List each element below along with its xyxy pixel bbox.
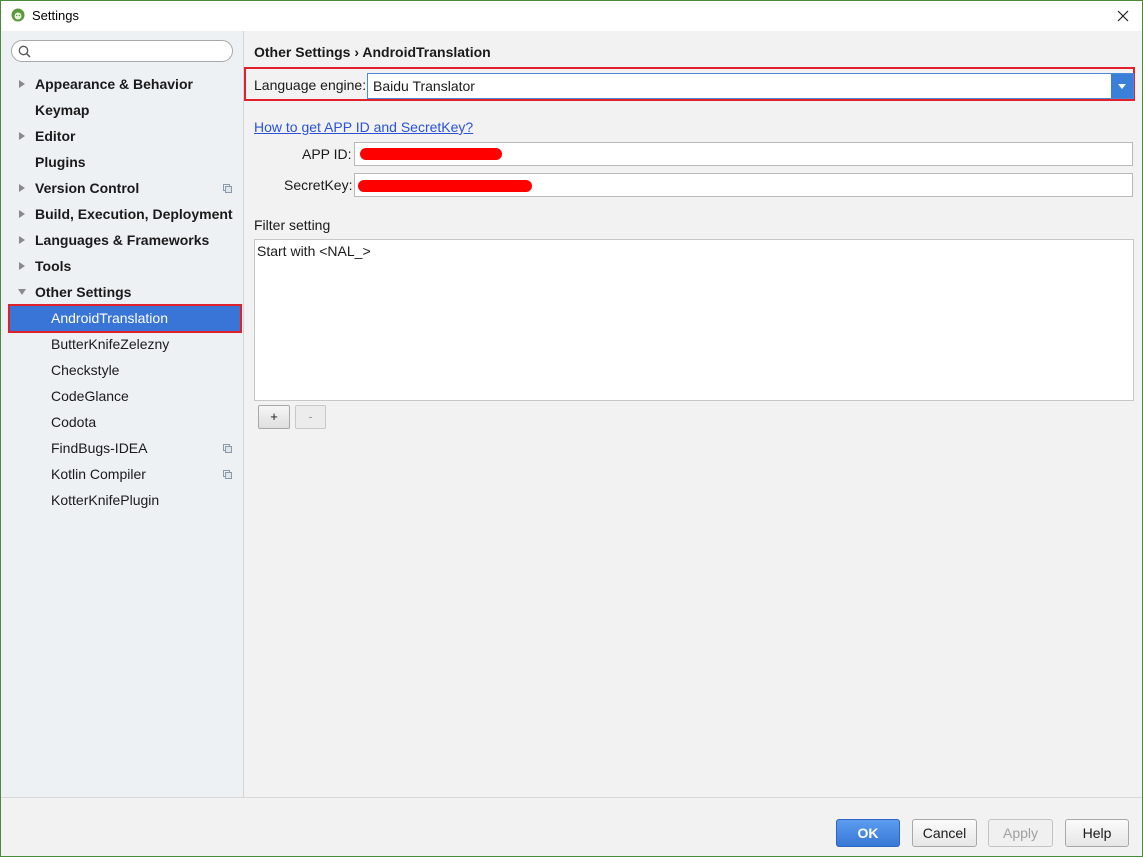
sidebar-item-label: Tools	[35, 258, 72, 274]
project-settings-icon	[223, 184, 232, 193]
sidebar-item-keymap[interactable]: Keymap	[1, 97, 243, 123]
language-engine-label: Language engine:	[254, 77, 367, 93]
sidebar-item-androidtranslation[interactable]: AndroidTranslation	[8, 304, 242, 333]
sidebar-item-label: Other Settings	[35, 284, 132, 300]
dropdown-button[interactable]	[1111, 74, 1133, 98]
project-settings-icon	[223, 470, 232, 479]
expand-arrow-right-icon[interactable]	[18, 235, 26, 245]
sidebar-item-checkstyle[interactable]: Checkstyle	[1, 357, 243, 383]
sidebar-item-codota[interactable]: Codota	[1, 409, 243, 435]
breadcrumb: Other Settings › AndroidTranslation	[254, 44, 491, 60]
cancel-button[interactable]: Cancel	[912, 819, 977, 847]
language-engine-value: Baidu Translator	[373, 78, 475, 94]
sidebar-item-build-execution-deployment[interactable]: Build, Execution, Deployment	[1, 201, 243, 227]
redaction-mark	[358, 180, 532, 192]
sidebar-item-label: KotterKnifePlugin	[51, 492, 160, 508]
project-settings-icon	[223, 444, 232, 453]
add-filter-button[interactable]: +	[258, 405, 290, 429]
settings-content: Other Settings › AndroidTranslation Lang…	[244, 31, 1142, 797]
app-id-label: APP ID:	[302, 146, 352, 162]
expand-arrow-right-icon[interactable]	[18, 79, 26, 89]
expand-arrow-right-icon[interactable]	[18, 261, 26, 271]
sidebar-item-label: Languages & Frameworks	[35, 232, 210, 248]
settings-sidebar: Appearance & Behavior Keymap Editor Plugins…	[1, 31, 244, 797]
settings-search-input[interactable]	[11, 40, 233, 62]
remove-filter-button[interactable]: -	[295, 405, 326, 429]
apply-button[interactable]: Apply	[988, 819, 1053, 847]
sidebar-item-codeglance[interactable]: CodeGlance	[1, 383, 243, 409]
sidebar-item-label: Codota	[51, 414, 97, 430]
chevron-down-icon	[1118, 84, 1126, 89]
sidebar-item-label: Version Control	[35, 180, 140, 196]
sidebar-item-label: Build, Execution, Deployment	[35, 206, 233, 222]
expand-arrow-right-icon[interactable]	[18, 131, 26, 141]
sidebar-item-findbugs-idea[interactable]: FindBugs-IDEA	[1, 435, 243, 461]
filter-list-item[interactable]: Start with <NAL_>	[257, 243, 371, 259]
sidebar-item-languages-frameworks[interactable]: Languages & Frameworks	[1, 227, 243, 253]
sidebar-item-kotterknifeplugin[interactable]: KotterKnifePlugin	[1, 487, 243, 513]
sidebar-item-label: AndroidTranslation	[51, 310, 168, 326]
sidebar-item-kotlin-compiler[interactable]: Kotlin Compiler	[1, 461, 243, 487]
android-studio-icon	[11, 8, 25, 22]
sidebar-item-label: Appearance & Behavior	[35, 76, 193, 92]
filter-setting-title: Filter setting	[254, 217, 331, 233]
sidebar-item-editor[interactable]: Editor	[1, 123, 243, 149]
sidebar-item-other-settings[interactable]: Other Settings	[1, 279, 243, 305]
settings-window: Settings Appearance & Behavior Keymap Edit…	[0, 0, 1143, 857]
expand-arrow-right-icon[interactable]	[18, 209, 26, 219]
ok-button[interactable]: OK	[836, 819, 900, 847]
language-engine-row: Language engine: Baidu Translator	[244, 67, 1135, 101]
search-icon	[18, 45, 31, 58]
app-id-field[interactable]	[354, 142, 1133, 166]
dialog-footer: OK Cancel Apply Help	[1, 797, 1142, 856]
expand-arrow-right-icon[interactable]	[18, 183, 26, 193]
sidebar-item-plugins[interactable]: Plugins	[1, 149, 243, 175]
sidebar-item-butterknifezelezny[interactable]: ButterKnifeZelezny	[1, 331, 243, 357]
sidebar-item-label: Plugins	[35, 154, 86, 170]
sidebar-item-appearance-behavior[interactable]: Appearance & Behavior	[1, 71, 243, 97]
language-engine-select[interactable]: Baidu Translator	[367, 73, 1134, 99]
secret-key-field[interactable]	[354, 173, 1133, 197]
sidebar-item-tools[interactable]: Tools	[1, 253, 243, 279]
redaction-mark	[360, 148, 502, 160]
sidebar-item-label: Checkstyle	[51, 362, 120, 378]
help-button[interactable]: Help	[1065, 819, 1129, 847]
sidebar-item-label: FindBugs-IDEA	[51, 440, 148, 456]
expand-arrow-down-icon[interactable]	[18, 287, 26, 297]
sidebar-item-version-control[interactable]: Version Control	[1, 175, 243, 201]
sidebar-item-label: ButterKnifeZelezny	[51, 336, 170, 352]
help-link[interactable]: How to get APP ID and SecretKey?	[254, 119, 473, 135]
filter-list[interactable]: Start with <NAL_>	[254, 239, 1134, 401]
sidebar-item-label: Editor	[35, 128, 76, 144]
sidebar-item-label: CodeGlance	[51, 388, 129, 404]
secret-key-label: SecretKey:	[284, 177, 353, 193]
title-bar: Settings	[1, 1, 1142, 31]
window-title: Settings	[32, 8, 79, 23]
sidebar-item-label: Kotlin Compiler	[51, 466, 146, 482]
sidebar-item-label: Keymap	[35, 102, 90, 118]
close-icon[interactable]	[1112, 5, 1134, 27]
